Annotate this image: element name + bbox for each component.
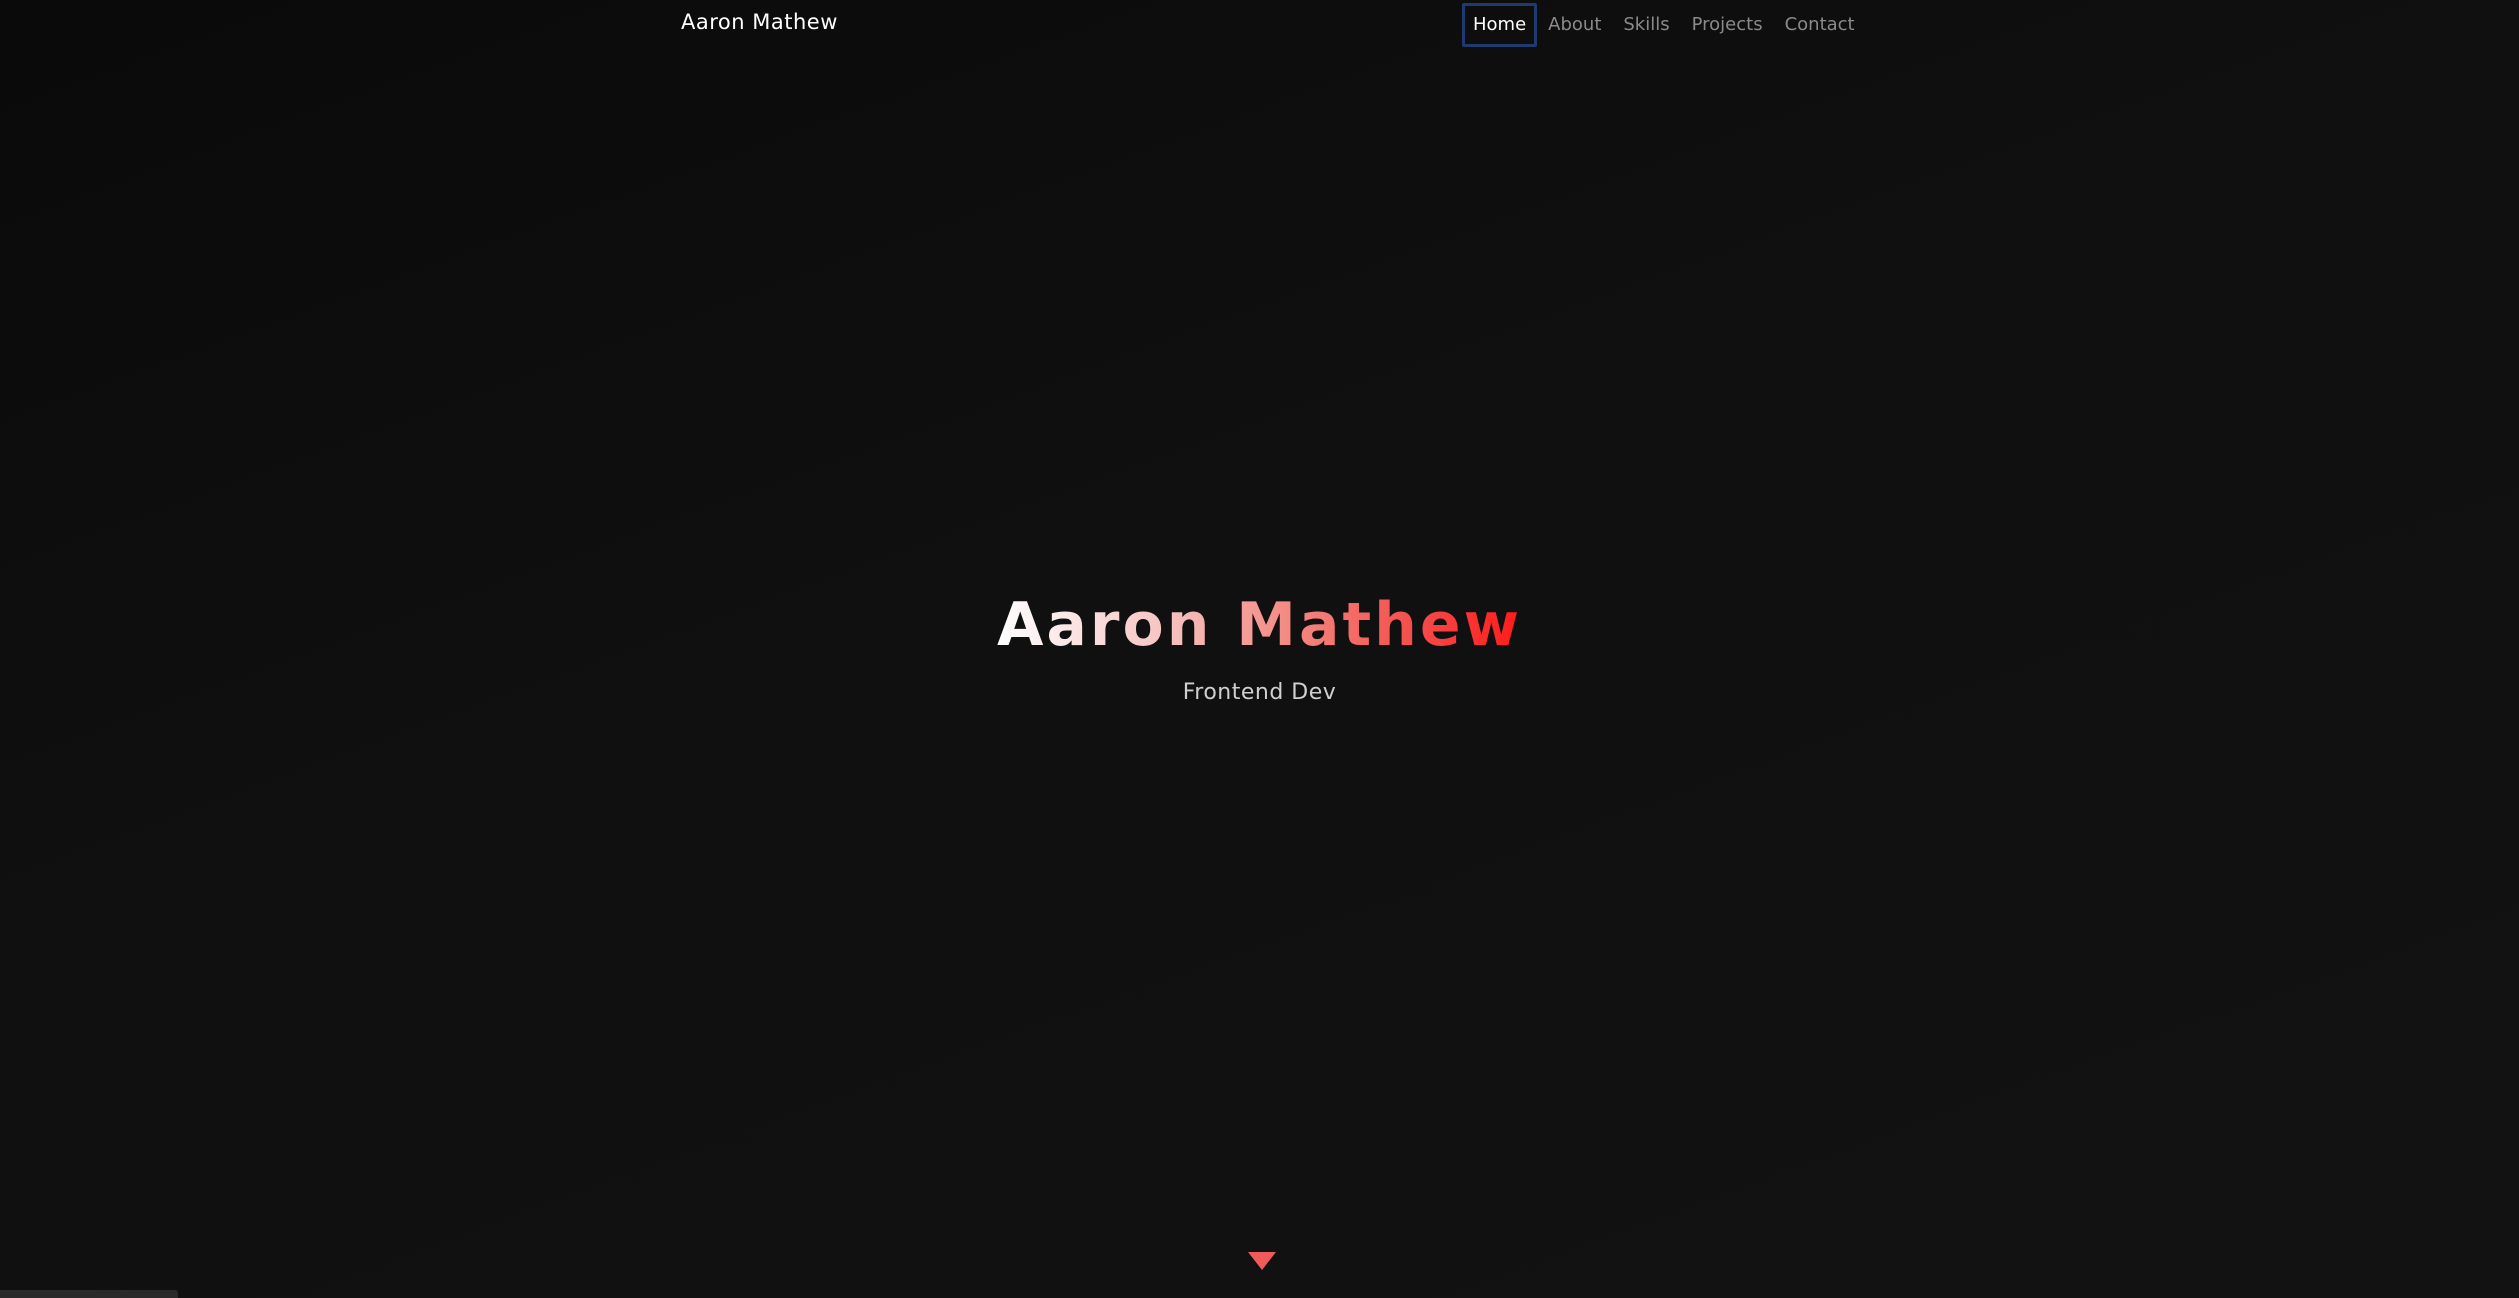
nav-item-about: About bbox=[1537, 3, 1612, 47]
status-bar bbox=[0, 1290, 178, 1298]
nav-link-about[interactable]: About bbox=[1537, 3, 1612, 47]
hero-section: Aaron Mathew Frontend Dev bbox=[0, 580, 2519, 705]
hero-subtitle: Frontend Dev bbox=[1182, 680, 1337, 705]
nav-item-projects: Projects bbox=[1681, 3, 1774, 47]
nav-links: Home About Skills Projects Contact bbox=[1462, 3, 1866, 47]
nav-item-skills: Skills bbox=[1612, 3, 1680, 47]
nav-item-home: Home bbox=[1462, 3, 1538, 47]
hero-title: Aaron Mathew bbox=[997, 580, 1522, 670]
nav-link-contact[interactable]: Contact bbox=[1774, 3, 1866, 47]
nav-item-contact: Contact bbox=[1774, 3, 1866, 47]
nav-link-home[interactable]: Home bbox=[1462, 3, 1538, 47]
nav-link-projects[interactable]: Projects bbox=[1681, 3, 1774, 47]
nav-link-skills[interactable]: Skills bbox=[1612, 3, 1680, 47]
brand-link[interactable]: Aaron Mathew bbox=[681, 10, 838, 34]
navbar: Aaron Mathew Home About Skills Projects … bbox=[0, 0, 2519, 48]
caret-down-icon[interactable] bbox=[1248, 1252, 1276, 1270]
